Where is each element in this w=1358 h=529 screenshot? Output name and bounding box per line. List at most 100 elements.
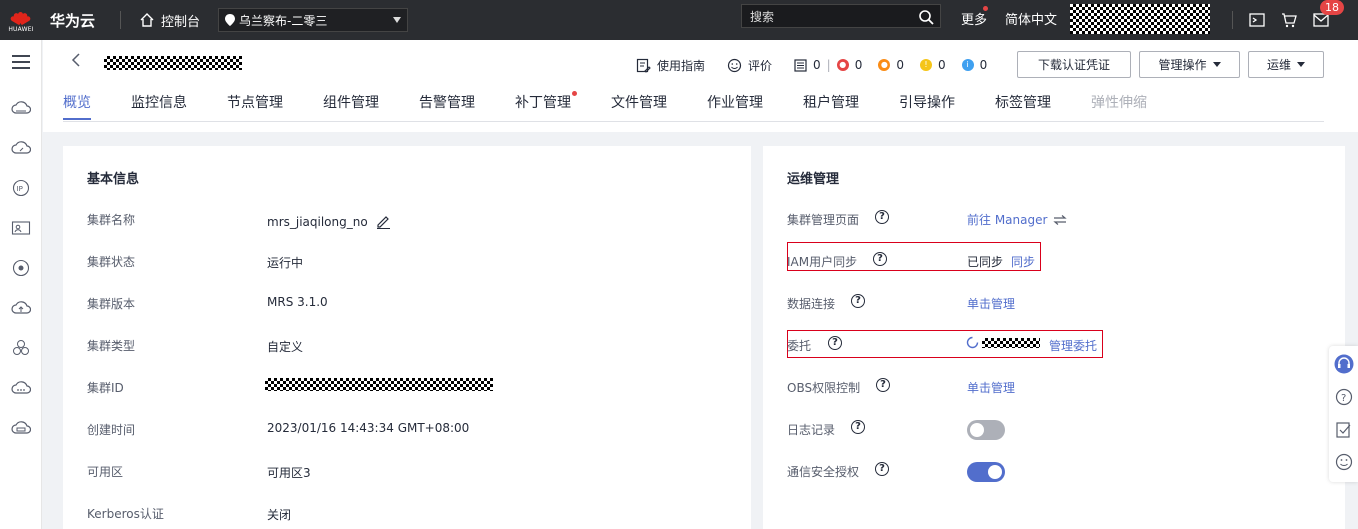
tab-tags[interactable]: 标签管理	[995, 92, 1051, 122]
tabs-divider	[63, 121, 1324, 122]
hamburger-menu-icon[interactable]	[11, 52, 31, 72]
divider: |	[826, 58, 831, 72]
tab-tenants[interactable]: 租户管理	[803, 92, 859, 122]
elastic-ip-icon[interactable]: IP	[11, 178, 31, 198]
cluster-id-value-masked	[265, 378, 493, 391]
tab-jobs[interactable]: 作业管理	[707, 92, 763, 122]
manage-operations-dropdown[interactable]: 管理操作	[1139, 51, 1240, 78]
ops-management-card: 运维管理 集群管理页面 ? 前往 Manager IAM用户同步 ? 已同步 同…	[763, 146, 1345, 529]
floating-help-bar: ?	[1329, 346, 1358, 482]
help-question-icon[interactable]: ?	[873, 252, 887, 266]
task-list-icon	[794, 58, 807, 72]
monitor-eye-icon[interactable]	[11, 258, 31, 278]
goto-manager-link[interactable]: 前往 Manager	[967, 211, 1047, 228]
field-label: 创建时间	[87, 423, 136, 437]
help-question-icon[interactable]: ?	[876, 378, 890, 392]
brand-name[interactable]: 华为云	[50, 10, 110, 31]
cloud-storage-icon[interactable]	[11, 418, 31, 438]
edit-pencil-icon[interactable]	[376, 214, 391, 229]
help-question-icon[interactable]: ?	[851, 420, 865, 434]
tab-autoscaling: 弹性伸缩	[1091, 95, 1147, 111]
cloud-speed-icon[interactable]	[11, 138, 31, 158]
huawei-logo[interactable]: HUAWEI	[0, 0, 42, 40]
help-question-icon[interactable]: ?	[1334, 387, 1354, 407]
download-credential-button[interactable]: 下载认证凭证	[1017, 51, 1131, 78]
iam-sync-status: 已同步	[967, 255, 1004, 269]
cloud-more-icon[interactable]	[11, 378, 31, 398]
help-question-icon[interactable]: ?	[828, 336, 842, 350]
obs-permission-manage-link[interactable]: 单击管理	[967, 379, 1015, 396]
tab-patches[interactable]: 补丁管理	[515, 91, 577, 122]
new-dot-indicator	[572, 91, 577, 96]
caret-down-icon	[1297, 62, 1305, 67]
cluster-type-value: 自定义	[267, 340, 304, 354]
cloud-server-icon[interactable]	[11, 98, 31, 118]
cart-icon[interactable]	[1281, 12, 1297, 28]
tab-patches-label: 补丁管理	[515, 95, 571, 111]
tab-alarms[interactable]: 告警管理	[419, 92, 475, 122]
user-account-masked[interactable]	[1070, 4, 1210, 34]
field-label: 集群状态	[87, 255, 136, 269]
region-name: 乌兰察布-二零三	[239, 13, 328, 28]
top-navigation-bar: HUAWEI 华为云 控制台 乌兰察布-二零三 搜索 更多 简体中文 18	[0, 0, 1358, 40]
maintenance-dropdown[interactable]: 运维	[1248, 51, 1324, 78]
iam-sync-value: 已同步 同步	[967, 253, 1035, 270]
secure-comm-toggle[interactable]	[967, 462, 1005, 482]
search-icon[interactable]	[918, 9, 934, 25]
external-switch-icon	[1053, 214, 1068, 225]
card-title: 基本信息	[87, 172, 140, 187]
info-alarm-icon: i	[961, 59, 974, 71]
minor-alarm-icon: !	[920, 59, 932, 71]
message-icon[interactable]	[1313, 13, 1329, 27]
svg-text:IP: IP	[17, 185, 23, 193]
cloud-upload-icon[interactable]	[11, 298, 31, 318]
minor-alarm-count[interactable]: 0	[938, 58, 946, 72]
tab-nodes[interactable]: 节点管理	[227, 92, 283, 122]
search-input[interactable]: 搜索	[741, 4, 941, 28]
tab-monitoring[interactable]: 监控信息	[131, 92, 187, 122]
critical-alarm-count[interactable]: 0	[855, 58, 863, 72]
field-label: 集群管理页面	[787, 213, 860, 227]
task-count[interactable]: 0	[813, 58, 821, 72]
major-alarm-count[interactable]: 0	[896, 58, 904, 72]
location-pin-icon	[225, 14, 236, 26]
terminal-icon[interactable]	[1249, 13, 1265, 27]
language-selector[interactable]: 简体中文	[1005, 9, 1057, 28]
more-label: 更多	[961, 13, 988, 28]
feedback-edit-icon[interactable]	[1334, 420, 1354, 440]
help-question-icon[interactable]: ?	[875, 462, 889, 476]
sync-link[interactable]: 同步	[1011, 253, 1035, 270]
log-recording-toggle[interactable]	[967, 420, 1005, 440]
guide-book-icon	[636, 58, 651, 73]
critical-alarm-icon: ●	[836, 59, 849, 71]
cluster-tabs: 概览 监控信息 节点管理 组件管理 告警管理 补丁管理 文件管理 作业管理 租户…	[63, 91, 1187, 122]
caret-down-icon	[1212, 62, 1221, 67]
info-alarm-count[interactable]: 0	[980, 58, 988, 72]
more-menu[interactable]: 更多	[961, 6, 988, 28]
data-connection-manage-link[interactable]: 单击管理	[967, 295, 1015, 312]
image-service-icon[interactable]	[11, 218, 31, 238]
tab-overview[interactable]: 概览	[63, 92, 91, 122]
divider	[1232, 11, 1233, 29]
tab-files[interactable]: 文件管理	[611, 92, 667, 122]
maintenance-label: 运维	[1266, 58, 1291, 72]
cluster-name-value: mrs_jiaqilong_no	[267, 214, 391, 229]
rate-link[interactable]: 评价	[748, 57, 772, 74]
console-link[interactable]: 控制台	[139, 11, 200, 30]
customer-service-icon[interactable]	[1334, 354, 1354, 374]
manage-agency-link[interactable]: 管理委托	[1049, 337, 1097, 354]
console-label: 控制台	[161, 14, 201, 30]
help-question-icon[interactable]: ?	[875, 210, 889, 224]
cluster-nodes-icon[interactable]	[11, 338, 31, 358]
satisfaction-smile-icon[interactable]	[1334, 452, 1354, 472]
kerberos-value: 关闭	[267, 508, 292, 522]
tab-components[interactable]: 组件管理	[323, 92, 379, 122]
tab-bootstrap[interactable]: 引导操作	[899, 92, 955, 122]
field-label: 日志记录	[787, 423, 836, 437]
help-question-icon[interactable]: ?	[851, 294, 865, 308]
usage-guide-link[interactable]: 使用指南	[657, 57, 705, 74]
availability-zone-value: 可用区3	[267, 466, 311, 480]
back-chevron-icon[interactable]	[71, 53, 81, 71]
field-label: IAM用户同步	[787, 255, 858, 269]
region-selector[interactable]: 乌兰察布-二零三	[218, 8, 409, 32]
